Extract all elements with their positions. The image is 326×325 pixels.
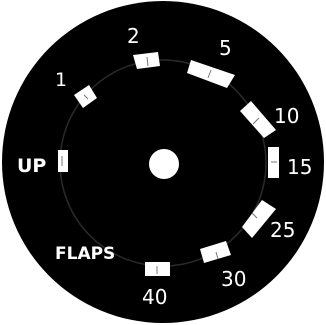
- detent-label-30: 30: [221, 267, 246, 291]
- detent-label-2: 2: [127, 24, 140, 48]
- detent-2[interactable]: [133, 52, 160, 69]
- detent-label-15: 15: [287, 155, 312, 179]
- detent-label-25: 25: [270, 218, 295, 242]
- center-hub: [149, 149, 179, 179]
- detent-label-up: UP: [17, 155, 46, 177]
- flap-selector-panel: UP 1 2 5 10 15 25 30 40 FLAPS: [0, 0, 326, 325]
- detent-label-5: 5: [219, 36, 232, 60]
- dial-title: FLAPS: [55, 244, 115, 264]
- detent-label-1: 1: [55, 69, 67, 91]
- detent-label-40: 40: [142, 285, 167, 309]
- flap-dial: UP 1 2 5 10 15 25 30 40 FLAPS: [2, 1, 324, 323]
- detent-label-10: 10: [274, 104, 299, 128]
- detent-up[interactable]: [58, 150, 68, 172]
